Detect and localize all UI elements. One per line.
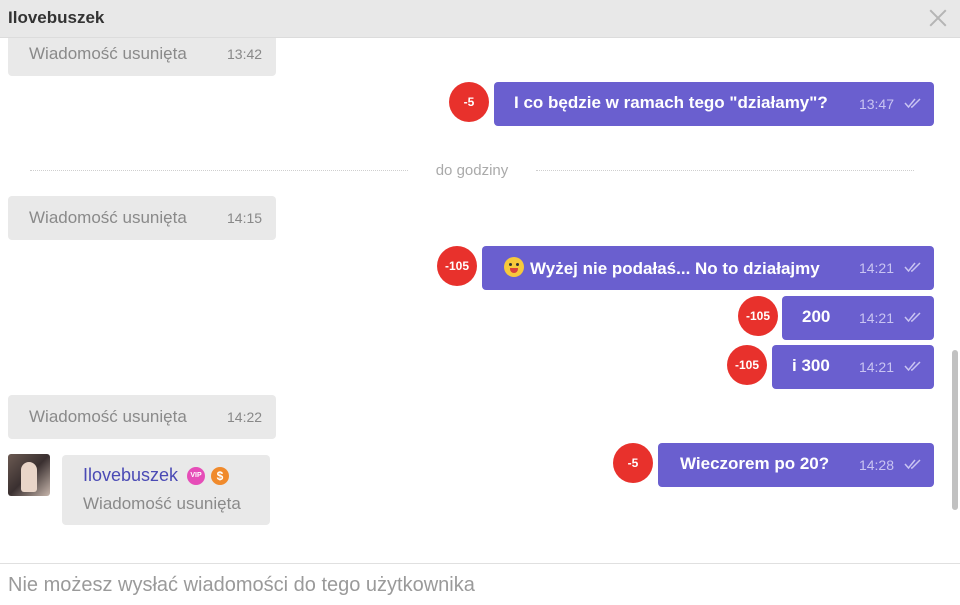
message-text: Wiadomość usunięta	[83, 494, 241, 513]
points-badge: -5	[613, 443, 653, 483]
divider-line	[536, 170, 914, 171]
incoming-bubble: Ilovebuszek VIP $ Wiadomość usunięta	[62, 455, 270, 525]
chat-title: Ilovebuszek	[8, 8, 105, 27]
message-time: 13:42	[227, 46, 263, 62]
scrollbar[interactable]	[952, 350, 958, 510]
message-time: 13:47	[858, 96, 894, 112]
message-time: 14:21	[858, 310, 894, 326]
message-text: I co będzie w ramach tego "działamy"?	[514, 93, 828, 112]
message-text: Wiadomość usunięta	[29, 208, 187, 227]
read-ticks-icon	[904, 98, 921, 109]
message-text: Wiadomość usunięta	[29, 44, 187, 63]
message-text: i 300	[792, 356, 830, 375]
outgoing-message: Wyżej nie podałaś... No to działajmy 14:…	[482, 246, 934, 290]
read-ticks-icon	[904, 361, 921, 372]
outgoing-message: Wieczorem po 20? 14:28	[658, 443, 934, 487]
deleted-message: Wiadomość usunięta 14:15	[8, 196, 276, 240]
points-badge: -5	[449, 82, 489, 122]
message-text: 200	[802, 307, 831, 326]
points-badge: -105	[738, 296, 778, 336]
vip-badge-icon: VIP	[187, 467, 205, 485]
deleted-message: Wiadomość usunięta 14:22	[8, 395, 276, 439]
read-ticks-icon	[904, 312, 921, 323]
deleted-message: Wiadomość usunięta 13:42	[8, 38, 276, 76]
message-time: 14:28	[858, 457, 894, 473]
close-icon[interactable]	[926, 6, 950, 30]
sender-name[interactable]: Ilovebuszek	[83, 465, 178, 486]
coin-badge-icon: $	[211, 467, 229, 485]
read-ticks-icon	[904, 459, 921, 470]
time-divider: do godziny	[30, 162, 914, 179]
message-time: 14:21	[858, 359, 894, 375]
avatar[interactable]	[8, 454, 50, 496]
outgoing-message: I co będzie w ramach tego "działamy"? 13…	[494, 82, 934, 126]
message-time: 14:21	[858, 260, 894, 276]
chat-header: Ilovebuszek	[0, 0, 960, 38]
points-badge: -105	[727, 345, 767, 385]
message-content: Wyżej nie podałaś... No to działajmy	[504, 257, 820, 279]
outgoing-message: i 300 14:21	[772, 345, 934, 389]
message-text: Wyżej nie podałaś... No to działajmy	[530, 259, 820, 278]
message-time: 14:22	[227, 409, 263, 425]
points-badge: -105	[437, 246, 477, 286]
incoming-message: Ilovebuszek VIP $ Wiadomość usunięta	[8, 454, 278, 534]
message-time: 14:15	[227, 210, 263, 226]
composer-notice: Nie możesz wysłać wiadomości do tego uży…	[8, 574, 475, 596]
message-text: Wieczorem po 20?	[680, 454, 830, 473]
outgoing-message: 200 14:21	[782, 296, 934, 340]
read-ticks-icon	[904, 262, 921, 273]
tongue-out-emoji-icon	[504, 257, 524, 277]
message-text: Wiadomość usunięta	[29, 407, 187, 426]
composer-disabled: Nie możesz wysłać wiadomości do tego uży…	[0, 563, 960, 605]
